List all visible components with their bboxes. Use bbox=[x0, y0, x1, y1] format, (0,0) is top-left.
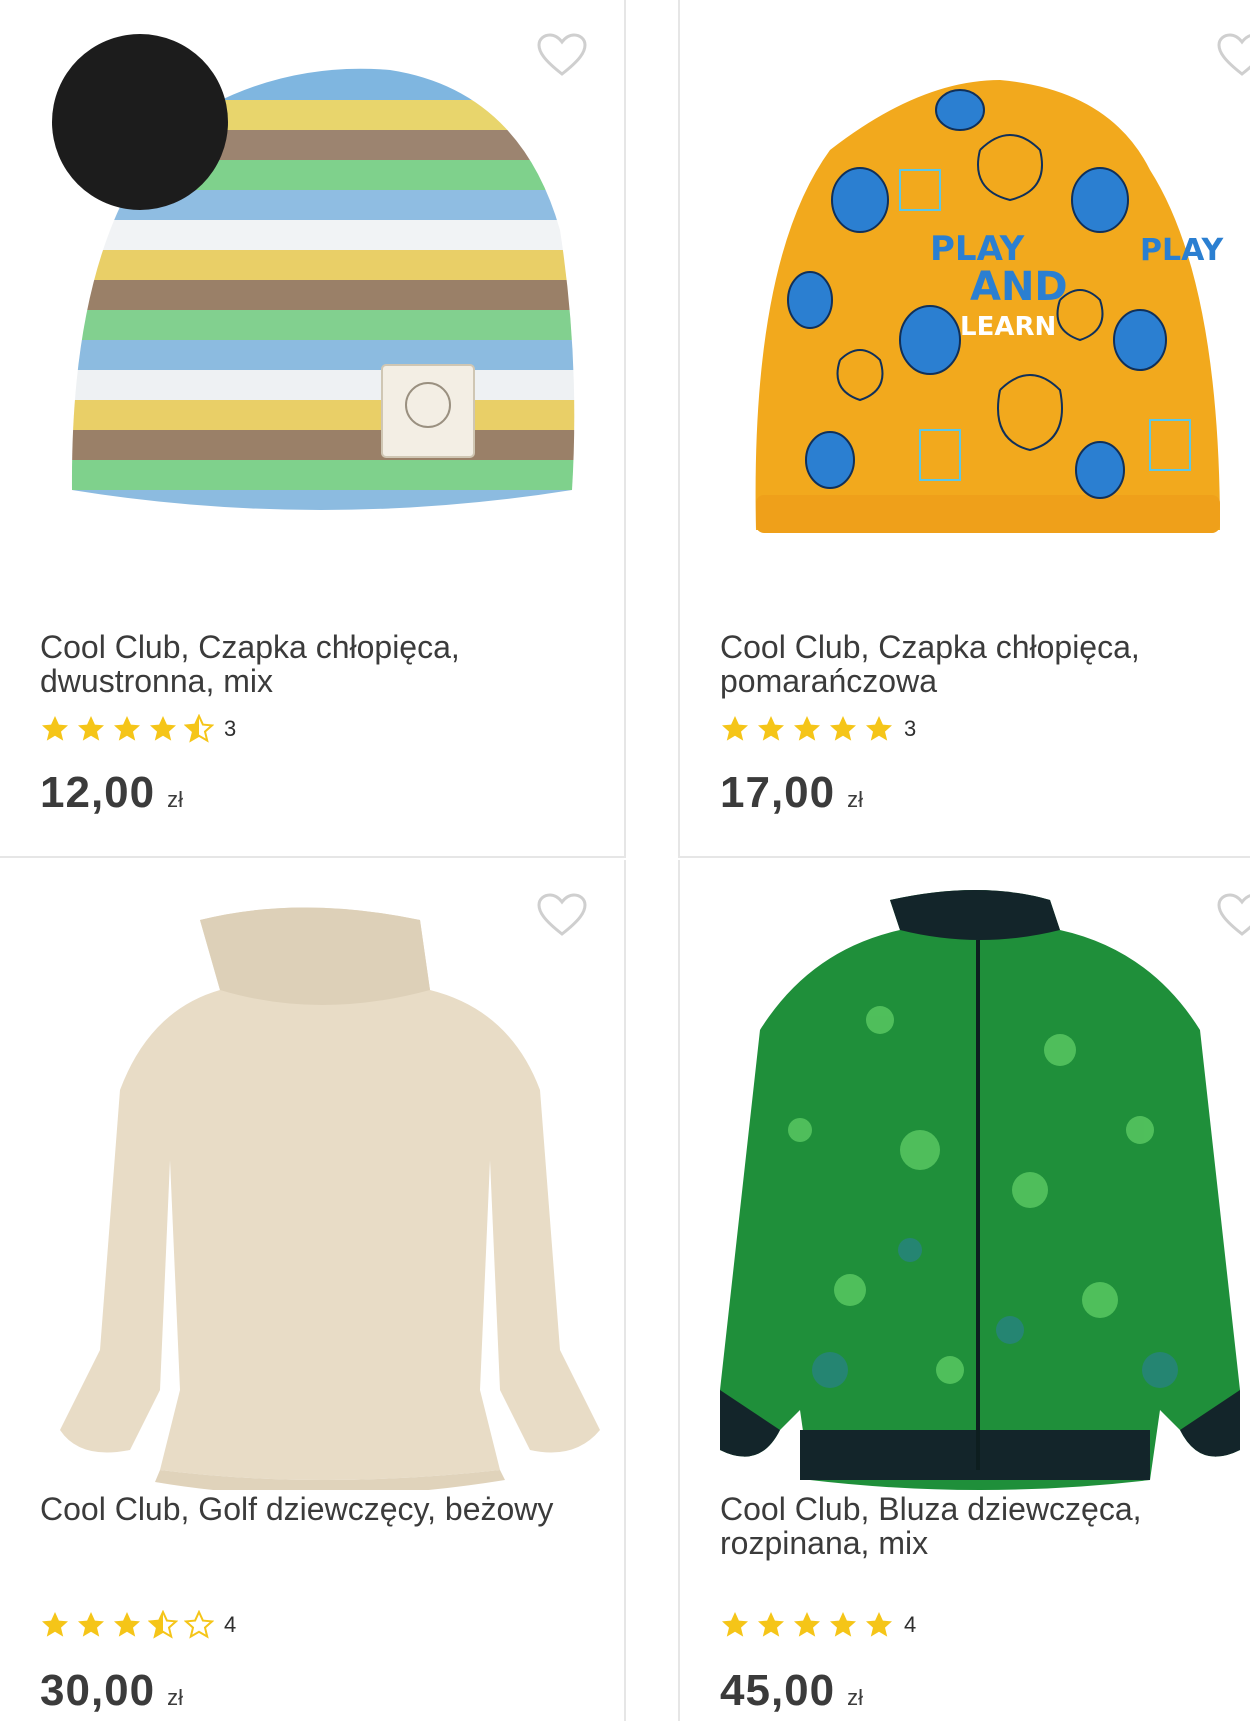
svg-text:PLAY: PLAY bbox=[1140, 233, 1224, 268]
price-currency: zł bbox=[847, 787, 863, 812]
price-currency: zł bbox=[847, 1685, 863, 1710]
product-title[interactable]: Cool Club, Bluza dziewczęca, rozpinana, … bbox=[720, 1492, 1240, 1560]
beige-turtleneck-image bbox=[60, 907, 600, 1490]
star-filled-icon bbox=[150, 716, 176, 741]
star-half-icon bbox=[184, 714, 214, 743]
price-amount: 30,00 bbox=[40, 1666, 156, 1715]
product-rating: 3 bbox=[720, 714, 916, 744]
favorite-heart-icon[interactable] bbox=[536, 32, 588, 78]
product-price: 45,00 zł bbox=[720, 1666, 863, 1716]
product-price: 12,00 zł bbox=[40, 768, 183, 818]
review-count: 4 bbox=[224, 1612, 237, 1637]
product-image-2[interactable] bbox=[0, 860, 624, 1490]
orange-monster-beanie-image: PLAY PLAY AND LEARN bbox=[755, 80, 1224, 533]
product-title[interactable]: Cool Club, Czapka chłopięca, dwustronna,… bbox=[40, 630, 580, 698]
star-filled-icon bbox=[78, 1612, 104, 1637]
star-filled-icon bbox=[722, 716, 748, 741]
star-filled-icon bbox=[42, 716, 68, 741]
star-filled-icon bbox=[114, 1612, 140, 1637]
price-amount: 12,00 bbox=[40, 768, 156, 817]
star-empty-icon bbox=[184, 1610, 214, 1639]
review-count: 3 bbox=[224, 716, 237, 741]
star-filled-icon bbox=[866, 716, 892, 741]
favorite-heart-icon[interactable] bbox=[536, 892, 588, 938]
product-price: 30,00 zł bbox=[40, 1666, 183, 1716]
product-card-3[interactable]: Cool Club, Bluza dziewczęca, rozpinana, … bbox=[678, 860, 1250, 1721]
star-filled-icon bbox=[794, 1612, 820, 1637]
star-filled-icon bbox=[78, 716, 104, 741]
star-filled-icon bbox=[830, 716, 856, 741]
star-half-icon bbox=[148, 1610, 178, 1639]
product-card-0[interactable]: Cool Club, Czapka chłopięca, dwustronna,… bbox=[0, 0, 626, 858]
price-amount: 17,00 bbox=[720, 768, 836, 817]
price-currency: zł bbox=[167, 787, 183, 812]
svg-text:PLAY: PLAY bbox=[930, 229, 1025, 269]
svg-text:AND: AND bbox=[970, 264, 1068, 310]
product-price: 17,00 zł bbox=[720, 768, 863, 818]
product-rating: 4 bbox=[40, 1610, 236, 1640]
striped-beanie-image bbox=[52, 34, 575, 510]
product-rating: 4 bbox=[720, 1610, 916, 1640]
star-filled-icon bbox=[722, 1612, 748, 1637]
product-image-1[interactable]: PLAY PLAY AND LEARN bbox=[680, 0, 1250, 560]
product-title[interactable]: Cool Club, Golf dziewczęcy, beżowy bbox=[40, 1492, 580, 1526]
price-currency: zł bbox=[167, 1685, 183, 1710]
favorite-heart-icon[interactable] bbox=[1216, 32, 1250, 78]
star-filled-icon bbox=[42, 1612, 68, 1637]
star-filled-icon bbox=[794, 716, 820, 741]
star-filled-icon bbox=[758, 1612, 784, 1637]
product-card-2[interactable]: Cool Club, Golf dziewczęcy, beżowy 4 30,… bbox=[0, 860, 626, 1721]
product-title[interactable]: Cool Club, Czapka chłopięca, pomarańczow… bbox=[720, 630, 1240, 698]
product-card-1[interactable]: PLAY PLAY AND LEARN Cool Club, Czapka ch… bbox=[678, 0, 1250, 858]
green-sequin-jacket-image bbox=[720, 890, 1240, 1490]
star-filled-icon bbox=[758, 716, 784, 741]
star-filled-icon bbox=[830, 1612, 856, 1637]
favorite-heart-icon[interactable] bbox=[1216, 892, 1250, 938]
review-count: 3 bbox=[904, 716, 917, 741]
star-filled-icon bbox=[114, 716, 140, 741]
star-filled-icon bbox=[866, 1612, 892, 1637]
product-image-0[interactable] bbox=[0, 0, 624, 560]
product-rating: 3 bbox=[40, 714, 236, 744]
svg-text:LEARN: LEARN bbox=[960, 312, 1056, 342]
product-grid: Cool Club, Czapka chłopięca, dwustronna,… bbox=[0, 0, 1250, 1721]
product-image-3[interactable] bbox=[680, 860, 1250, 1490]
price-amount: 45,00 bbox=[720, 1666, 836, 1715]
review-count: 4 bbox=[904, 1612, 917, 1637]
